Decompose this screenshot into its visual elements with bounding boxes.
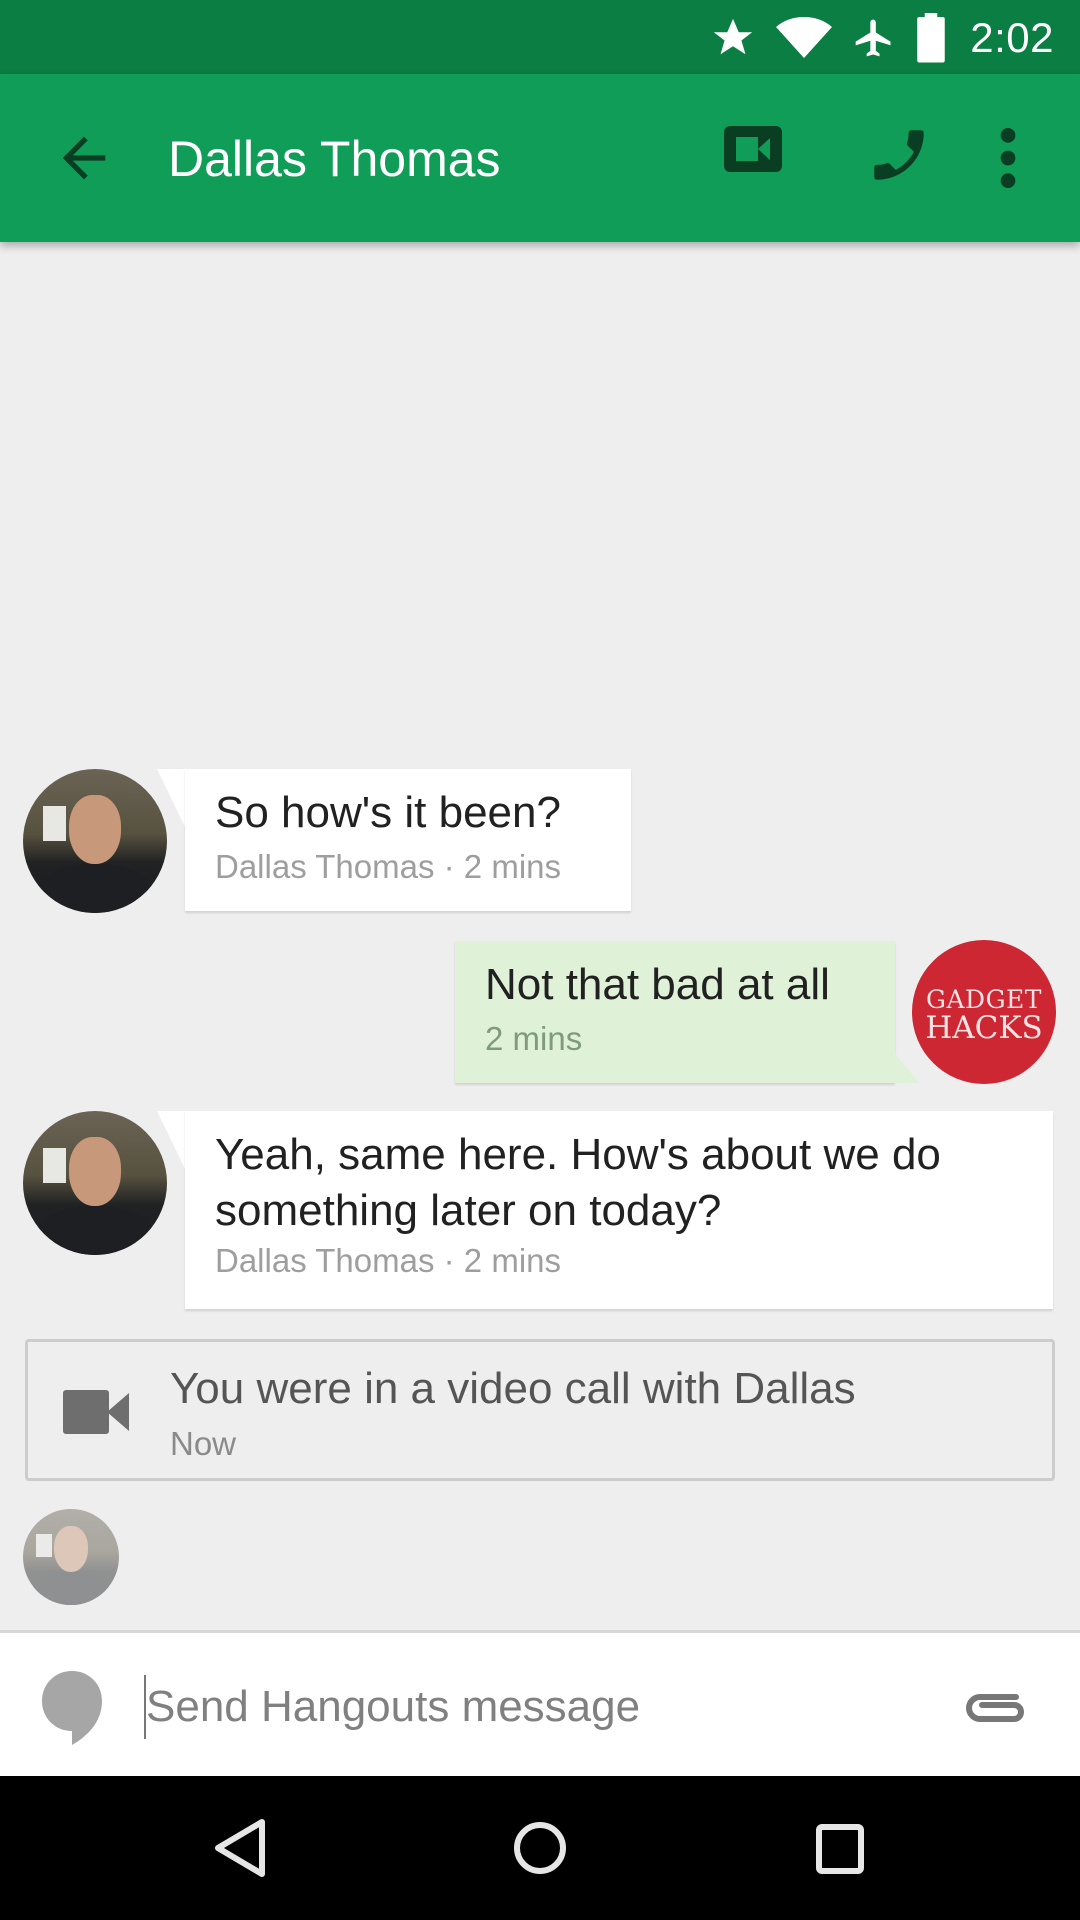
status-bar: 2:02 xyxy=(0,0,1080,74)
battery-icon xyxy=(917,13,945,63)
app-bar: Dallas Thomas xyxy=(0,74,1080,242)
avatar-photo-background xyxy=(43,806,67,841)
conversation-title: Dallas Thomas xyxy=(168,131,501,187)
self-avatar-gadget-hacks[interactable]: GADGET HACKS xyxy=(912,940,1056,1084)
message-text-line-1: Yeah, same here. How's about we do xyxy=(215,1130,941,1179)
bubble-tail xyxy=(157,769,185,827)
video-call-event-card[interactable]: You were in a video call with Dallas Now xyxy=(25,1339,1055,1481)
compose-bar xyxy=(0,1630,1080,1776)
message-bubble-outgoing[interactable]: Not that bad at all 2 mins xyxy=(455,941,895,1083)
message-bubble-incoming[interactable]: So how's it been? Dallas Thomas · 2 mins xyxy=(185,769,631,911)
call-event-time: Now xyxy=(170,1425,237,1462)
avatar-photo-shirt xyxy=(30,1572,112,1605)
avatar-photo-face xyxy=(53,1526,89,1573)
avatar-photo-shirt xyxy=(34,864,156,913)
bubble-tail xyxy=(157,1111,185,1169)
back-button[interactable] xyxy=(52,126,116,190)
nav-recents-icon[interactable] xyxy=(804,1812,876,1884)
video-call-button[interactable] xyxy=(722,124,788,190)
message-meta: Dallas Thomas · 2 mins xyxy=(215,848,562,885)
nav-home-icon[interactable] xyxy=(504,1812,576,1884)
arrow-back-icon xyxy=(62,136,106,180)
status-time: 2:02 xyxy=(970,14,1054,61)
message-text-line-2: something later on today? xyxy=(215,1186,722,1235)
message-input[interactable] xyxy=(146,1673,926,1741)
airplane-mode-icon xyxy=(855,19,891,57)
message-text: Not that bad at all xyxy=(485,960,830,1009)
avatar-photo-background xyxy=(43,1148,67,1183)
more-vert-icon xyxy=(1000,127,1016,189)
star-icon xyxy=(714,18,753,55)
more-options-button[interactable] xyxy=(990,124,1026,192)
hangouts-icon[interactable] xyxy=(40,1669,104,1747)
nav-back-icon[interactable] xyxy=(204,1812,276,1884)
message-bubble-incoming[interactable]: Yeah, same here. How's about we do somet… xyxy=(185,1111,1053,1309)
videocam-icon xyxy=(63,1390,129,1434)
navigation-bar xyxy=(0,1776,1080,1920)
avatar-photo-face xyxy=(69,794,121,865)
voice-call-button[interactable] xyxy=(866,122,934,190)
wifi-icon xyxy=(776,17,833,58)
avatar-photo-shirt xyxy=(34,1206,156,1255)
message-text: So how's it been? xyxy=(215,788,561,837)
status-icons: 2:02 xyxy=(710,10,1054,66)
avatar-photo-face xyxy=(69,1136,121,1207)
message-meta: 2 mins xyxy=(485,1020,583,1057)
message-meta: Dallas Thomas · 2 mins xyxy=(215,1242,562,1279)
avatar-logo-line2: HACKS xyxy=(925,1010,1043,1046)
video-call-icon xyxy=(724,126,782,172)
chat-area[interactable]: So how's it been? Dallas Thomas · 2 mins… xyxy=(0,242,1080,1630)
call-event-text: You were in a video call with Dallas xyxy=(170,1364,856,1413)
read-receipt-avatar xyxy=(23,1509,119,1605)
attach-icon[interactable] xyxy=(964,1683,1028,1733)
phone-icon xyxy=(874,130,924,180)
bubble-tail xyxy=(895,1053,919,1083)
avatar-photo-background xyxy=(36,1533,52,1557)
contact-avatar[interactable] xyxy=(23,769,167,913)
contact-avatar[interactable] xyxy=(23,1111,167,1255)
